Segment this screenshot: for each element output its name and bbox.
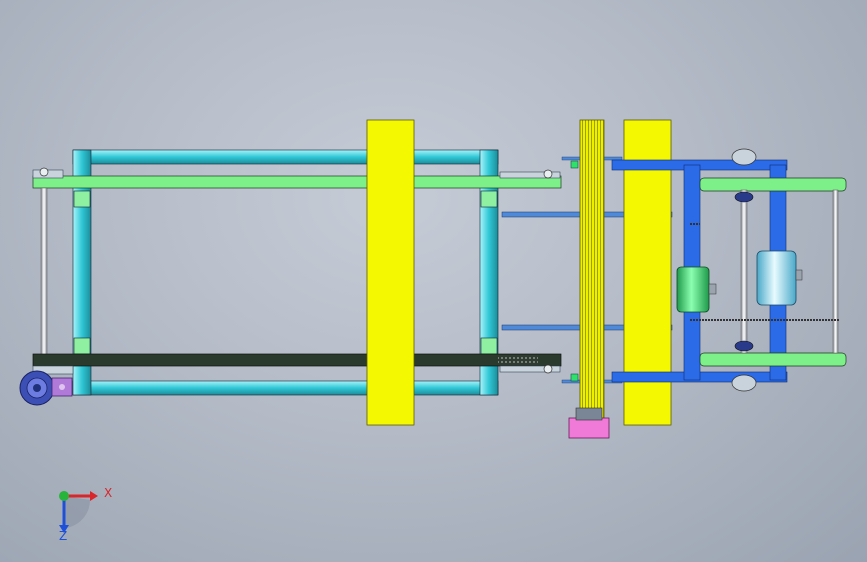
x-axis-label: X [104,486,113,500]
z-axis-label: Z [59,529,68,543]
cad-viewport[interactable]: X Z [0,0,867,562]
x-axis-arrowhead [90,491,98,501]
y-axis-dot [59,491,69,501]
axis-triad [59,491,98,533]
triad-plane-shading [64,496,91,528]
